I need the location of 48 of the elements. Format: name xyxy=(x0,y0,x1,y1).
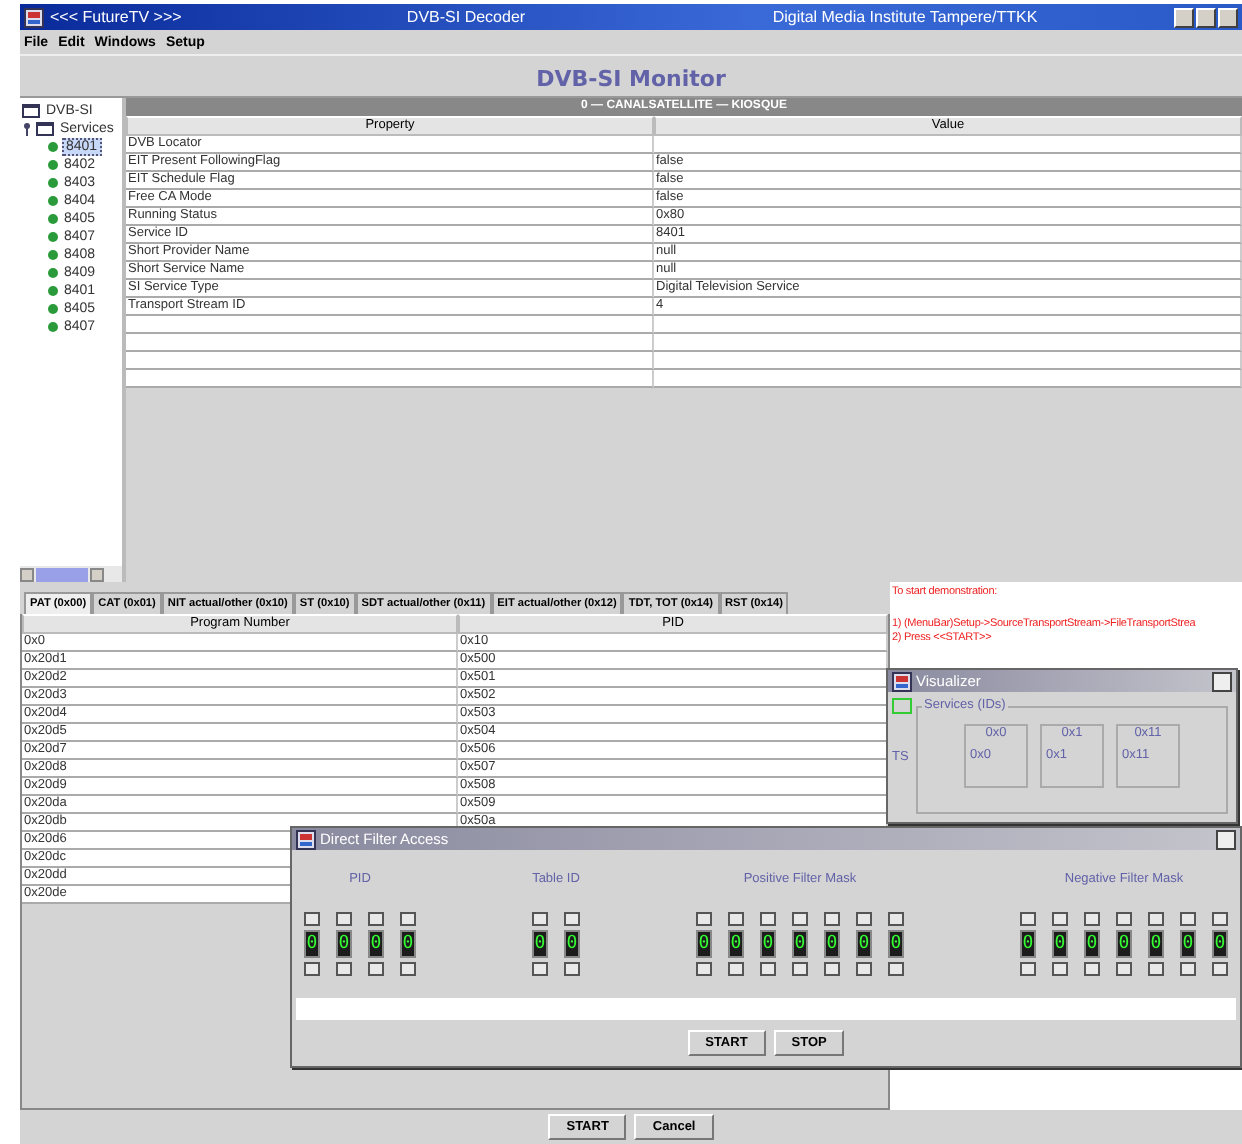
app-icon xyxy=(24,7,44,27)
digit-display[interactable]: 0 xyxy=(888,930,904,958)
status-dot-icon xyxy=(48,142,58,152)
digit-display[interactable]: 0 xyxy=(728,930,744,958)
monitor-title: DVB-SI Monitor xyxy=(534,64,728,96)
digit-display[interactable]: 0 xyxy=(824,930,840,958)
digit-display[interactable]: 0 xyxy=(1116,930,1132,958)
close-button[interactable] xyxy=(1216,829,1236,849)
digit-display[interactable]: 0 xyxy=(792,930,808,958)
stream-icon xyxy=(892,698,912,714)
digit-display[interactable]: 0 xyxy=(304,930,320,958)
status-dot-icon xyxy=(48,178,58,188)
folder-icon xyxy=(36,122,54,136)
digit-display[interactable]: 0 xyxy=(336,930,352,958)
digit-display[interactable]: 0 xyxy=(368,930,384,958)
status-dot-icon xyxy=(48,196,58,206)
minimize-button[interactable] xyxy=(1174,7,1194,27)
close-button[interactable] xyxy=(1212,671,1232,691)
window-subtitle: Digital Media Institute Tampere/TTKK xyxy=(770,8,1040,26)
digit-display[interactable]: 0 xyxy=(532,930,548,958)
status-dot-icon xyxy=(48,304,58,314)
digit-display[interactable]: 0 xyxy=(696,930,712,958)
scrollbar-thumb[interactable] xyxy=(36,567,88,581)
status-dot-icon xyxy=(48,250,58,260)
status-dot-icon xyxy=(48,214,58,224)
app-icon xyxy=(892,671,912,691)
window-title: <<< FutureTV >>> xyxy=(50,8,184,26)
digit-display[interactable]: 0 xyxy=(760,930,776,958)
digit-display[interactable]: 0 xyxy=(1180,930,1196,958)
status-dot-icon xyxy=(48,160,58,170)
digit-display[interactable]: 0 xyxy=(856,930,872,958)
maximize-button[interactable] xyxy=(1196,7,1216,27)
digit-display[interactable]: 0 xyxy=(564,930,580,958)
digit-display[interactable]: 0 xyxy=(400,930,416,958)
window-title: DVB-SI Decoder xyxy=(404,8,528,26)
status-dot-icon xyxy=(48,286,58,296)
digit-display[interactable]: 0 xyxy=(1020,930,1036,958)
status-dot-icon xyxy=(48,268,58,278)
status-dot-icon xyxy=(48,232,58,242)
expander-icon[interactable] xyxy=(22,122,32,136)
scroll-left-button[interactable] xyxy=(20,567,34,581)
digit-display[interactable]: 0 xyxy=(1212,930,1228,958)
scroll-right-button[interactable] xyxy=(90,567,104,581)
digit-display[interactable]: 0 xyxy=(1084,930,1100,958)
digit-display[interactable]: 0 xyxy=(1052,930,1068,958)
digit-display[interactable]: 0 xyxy=(1148,930,1164,958)
app-icon xyxy=(296,829,316,849)
status-dot-icon xyxy=(48,322,58,332)
